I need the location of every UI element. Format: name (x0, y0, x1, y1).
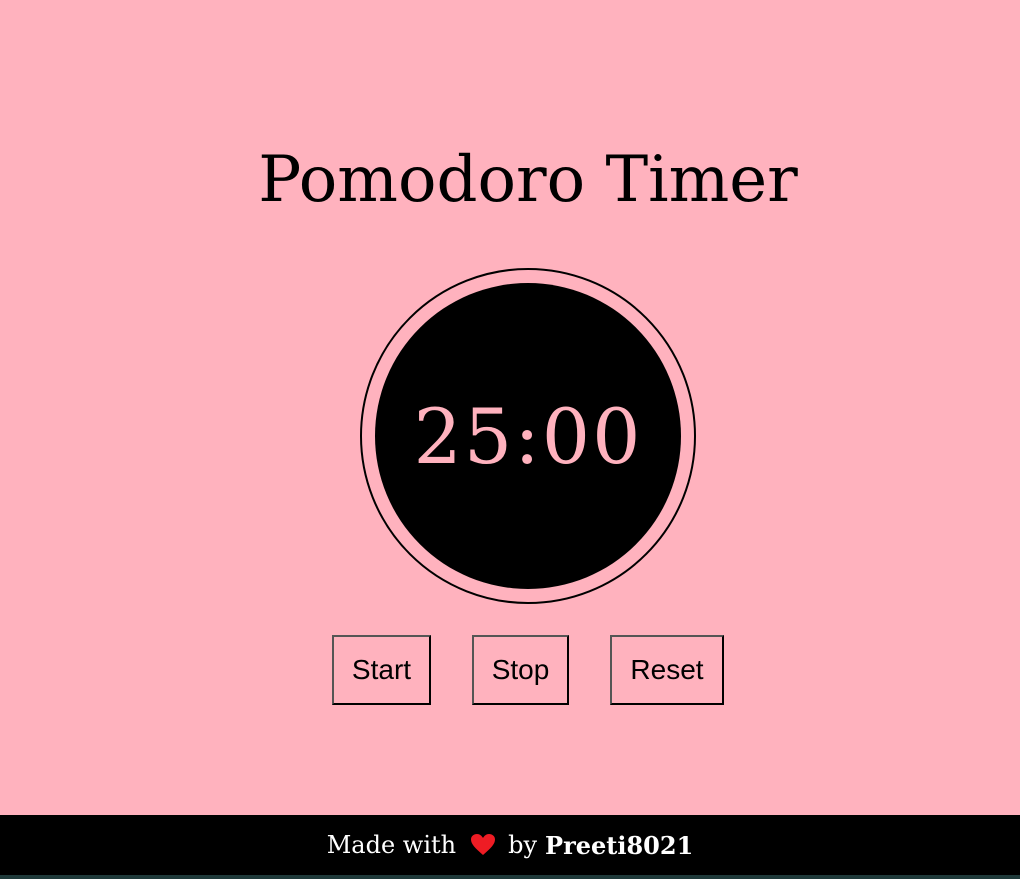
footer: Made with by Preeti8021 (0, 815, 1020, 875)
footer-bottom-bar (0, 875, 1020, 879)
timer-display: 25:00 (413, 391, 643, 481)
timer-ring: 25:00 (360, 268, 696, 604)
footer-by: by (508, 831, 538, 859)
heart-icon (470, 833, 496, 857)
start-button[interactable]: Start (332, 635, 431, 705)
reset-button[interactable]: Reset (610, 635, 724, 705)
footer-made-with: Made with (326, 831, 457, 859)
timer-face: 25:00 (375, 283, 681, 589)
stop-button[interactable]: Stop (472, 635, 569, 705)
footer-author: Preeti8021 (545, 830, 694, 860)
page-title: Pomodoro Timer (258, 143, 798, 217)
